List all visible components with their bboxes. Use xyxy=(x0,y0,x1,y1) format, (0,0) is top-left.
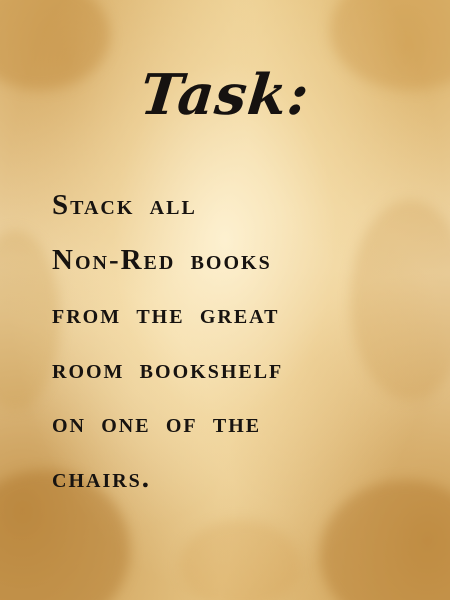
parchment-stain xyxy=(180,520,300,600)
task-line: Non-Red books xyxy=(52,243,272,276)
task-description: Stack all Non-Red books from the great r… xyxy=(52,178,412,505)
task-line: room bookshelf xyxy=(52,352,284,385)
task-title: Task: xyxy=(137,62,313,128)
task-line: Stack all xyxy=(52,189,197,221)
task-line: on one of the xyxy=(52,407,262,439)
parchment-stain xyxy=(0,230,60,410)
task-line: chairs. xyxy=(52,461,152,494)
task-line: from the great xyxy=(52,298,280,330)
